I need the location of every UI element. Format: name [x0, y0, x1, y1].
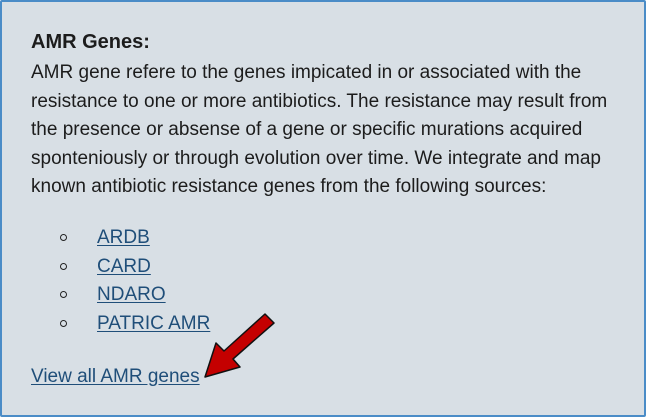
view-all-amr-genes-link[interactable]: View all AMR genes [31, 363, 200, 391]
red-arrow-icon [204, 313, 275, 378]
amr-genes-panel: AMR Genes: AMR gene refere to the genes … [0, 0, 646, 417]
source-link-ndaro[interactable]: NDARO [97, 281, 166, 310]
source-link-ardb[interactable]: ARDB [97, 224, 150, 253]
hollow-circle-bullet-icon [60, 262, 67, 270]
panel-description: AMR gene refere to the genes impicated i… [31, 62, 608, 197]
hollow-circle-bullet-icon [60, 319, 67, 327]
hollow-circle-bullet-icon [60, 291, 67, 298]
hollow-circle-bullet-icon [60, 234, 67, 241]
source-link-card[interactable]: CARD [97, 253, 151, 282]
panel-heading: AMR Genes: [31, 31, 150, 53]
